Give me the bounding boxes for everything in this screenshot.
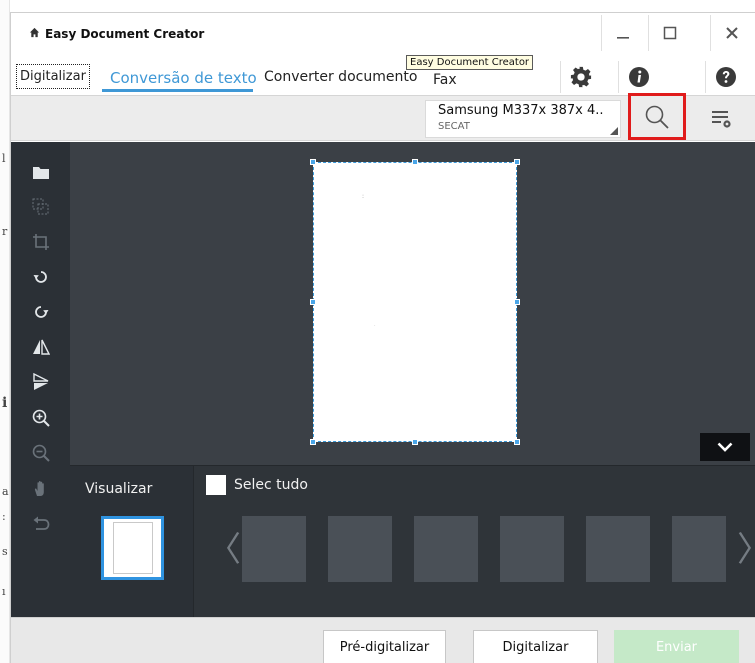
list-settings-icon [712, 111, 731, 128]
background-text-fragment: ı [2, 585, 6, 598]
flip-vertical-icon[interactable] [31, 372, 51, 392]
background-text-fragment: s [2, 545, 8, 558]
minimize-icon [616, 37, 629, 39]
flip-horizontal-icon[interactable] [31, 337, 51, 357]
app-title-text: Easy Document Creator [45, 27, 205, 41]
search-icon [645, 105, 669, 129]
help-button[interactable] [705, 61, 745, 93]
crop-handle[interactable] [310, 159, 316, 165]
prescan-button[interactable]: Pré-digitalizar [323, 630, 446, 663]
background-text-fragment: l [2, 152, 6, 165]
select-all-checkbox[interactable] [206, 475, 226, 495]
scan-button[interactable]: Digitalizar [473, 630, 598, 663]
tab-fax[interactable]: Fax [433, 72, 457, 88]
visualizar-panel: Visualizar [70, 466, 194, 618]
background-text-fragment: i [2, 395, 8, 411]
thumbnail-slot[interactable] [242, 516, 306, 582]
thumbnails-prev-arrow[interactable]: 〈 [207, 522, 241, 571]
tab-converter-documento[interactable]: Converter documento [264, 69, 417, 85]
zoom-in-icon[interactable] [31, 408, 51, 428]
thumbnail-slot[interactable] [328, 516, 392, 582]
zoom-out-icon [31, 443, 51, 463]
background-text-fragment: a [2, 485, 9, 498]
thumbnail-slot[interactable] [672, 516, 726, 582]
send-button: Enviar [614, 630, 739, 663]
preview-thumbnail[interactable] [101, 516, 164, 580]
title-bar: Easy Document Creator [11, 13, 755, 55]
select-area-icon [31, 197, 51, 217]
page-speck: · [374, 323, 376, 329]
app-window: Easy Document Creator Digitalizar Conver… [10, 12, 755, 663]
info-button[interactable] [618, 61, 658, 93]
close-button[interactable] [710, 15, 752, 51]
tooltip: Easy Document Creator [406, 55, 534, 70]
crop-handle[interactable] [412, 159, 418, 165]
crop-handle[interactable] [514, 439, 520, 445]
thumbnail-slot[interactable] [586, 516, 650, 582]
left-toolbar [11, 142, 70, 617]
select-all-control[interactable]: Selec tudo [206, 475, 308, 495]
pan-hand-icon [31, 479, 51, 499]
thumbnails-next-arrow[interactable]: 〉 [737, 522, 755, 571]
settings-button[interactable] [560, 61, 600, 93]
help-icon [715, 67, 736, 87]
list-settings-button[interactable] [708, 106, 736, 132]
undo-icon [31, 514, 51, 534]
visualizar-label: Visualizar [85, 481, 153, 497]
chevron-down-icon [717, 442, 733, 452]
select-all-label: Selec tudo [234, 477, 308, 493]
crop-handle[interactable] [310, 439, 316, 445]
device-select[interactable]: Samsung M337x 387x 4.. SECAT [425, 100, 621, 138]
rotate-right-icon[interactable] [31, 302, 51, 322]
gear-icon [570, 66, 591, 88]
crop-handle[interactable] [514, 159, 520, 165]
folder-icon[interactable] [31, 162, 51, 182]
expand-panel-button[interactable] [700, 433, 750, 461]
maximize-button[interactable] [648, 15, 690, 51]
tab-conversao-de-texto[interactable]: Conversão de texto [110, 69, 257, 87]
tab-digitalizar[interactable]: Digitalizar [16, 64, 90, 89]
info-icon [628, 67, 649, 87]
preview-area[interactable]: : · [70, 142, 755, 465]
minimize-button[interactable] [601, 15, 643, 51]
close-icon [725, 27, 738, 39]
device-location: SECAT [438, 121, 470, 132]
crop-handle[interactable] [514, 299, 520, 305]
maximize-icon [663, 26, 676, 40]
home-icon[interactable] [29, 27, 40, 41]
action-footer: Pré-digitalizar Digitalizar Enviar [11, 617, 755, 663]
crop-handle[interactable] [310, 299, 316, 305]
thumbnail-page [112, 522, 153, 574]
search-device-button[interactable] [628, 93, 686, 140]
device-bar: Samsung M337x 387x 4.. SECAT [11, 93, 755, 141]
scanned-page-preview[interactable]: : · [313, 162, 517, 442]
dropdown-caret-icon [610, 127, 618, 135]
crop-icon [31, 232, 51, 252]
background-window-edge: l r i a : s ı [0, 0, 10, 663]
background-text-fragment: r [2, 225, 8, 238]
thumbnail-slot[interactable] [414, 516, 478, 582]
background-text-fragment: : [2, 510, 6, 523]
app-title: Easy Document Creator [29, 27, 204, 41]
crop-handle[interactable] [412, 439, 418, 445]
page-speck: : [362, 193, 365, 200]
rotate-left-icon[interactable] [31, 267, 51, 287]
thumbnail-slot[interactable] [500, 516, 564, 582]
thumbnail-strip: Visualizar Selec tudo 〈 〉 [70, 465, 755, 618]
active-tab-indicator [102, 89, 253, 92]
device-name: Samsung M337x 387x 4.. [438, 103, 604, 118]
